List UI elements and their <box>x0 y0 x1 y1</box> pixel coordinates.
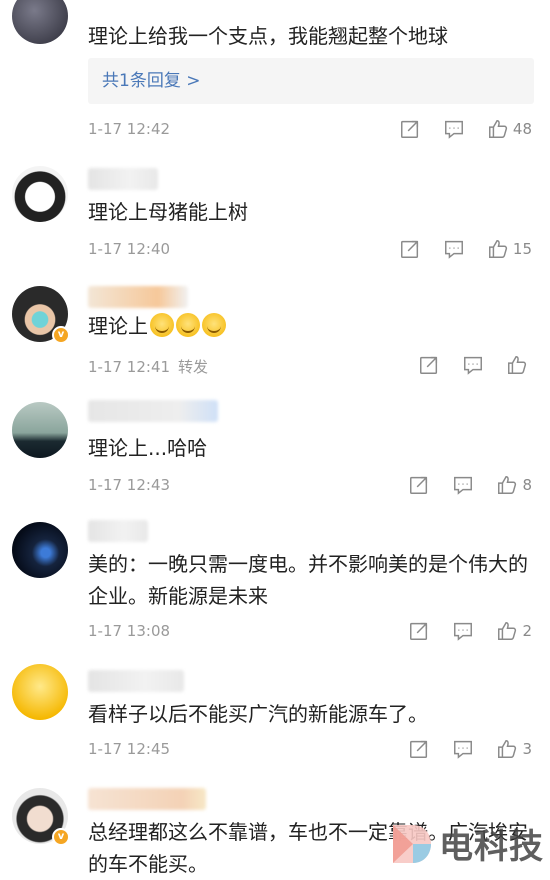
thumbs-up-icon <box>488 120 507 138</box>
verified-badge-icon: v <box>52 828 70 846</box>
avatar[interactable] <box>12 664 68 720</box>
forward-button[interactable] <box>408 474 430 496</box>
comment-content: 理论上...哈哈 <box>88 436 208 460</box>
like-button[interactable]: 8 <box>496 474 532 496</box>
comment-actions: 15 <box>377 238 532 260</box>
like-button[interactable]: 48 <box>487 118 532 140</box>
verified-badge-icon: v <box>52 326 70 344</box>
comment-content: 看样子以后不能买广汽的新能源车了。 <box>88 702 428 726</box>
thumbs-up-icon <box>488 240 507 258</box>
comment-time: 1-17 12:45 <box>88 740 171 758</box>
comment-icon <box>464 356 482 375</box>
comment-icon <box>444 120 463 139</box>
comment-button[interactable] <box>443 118 465 140</box>
comment-icon <box>454 622 473 641</box>
comment-time: 1-17 12:41 <box>88 358 171 376</box>
forward-icon <box>420 356 438 374</box>
forward-button[interactable] <box>408 738 430 760</box>
avatar[interactable] <box>12 0 68 44</box>
avatar[interactable] <box>12 166 68 222</box>
comment-actions: 48 <box>377 118 532 140</box>
comment-button[interactable] <box>443 238 465 260</box>
watermark-text: 电科技 <box>439 827 544 867</box>
comment-icon <box>454 740 473 759</box>
comment-actions: 2 <box>386 620 532 642</box>
username-blurred[interactable] <box>88 400 218 422</box>
comment-time: 1-17 12:42 <box>88 120 171 138</box>
comment-content: 理论上母猪能上树 <box>88 200 248 224</box>
like-button[interactable] <box>506 354 532 376</box>
username-blurred[interactable] <box>88 168 158 190</box>
smile-emoji-icon <box>176 313 200 337</box>
forward-icon <box>410 622 428 640</box>
thumbs-up-icon <box>498 476 517 494</box>
username-blurred[interactable] <box>88 670 184 692</box>
comment-icon <box>444 240 463 259</box>
forward-label[interactable]: 转发 <box>178 358 208 376</box>
smile-emoji-icon <box>150 313 174 337</box>
smile-emoji-icon <box>202 313 226 337</box>
thumbs-up-icon <box>498 622 517 640</box>
avatar[interactable] <box>12 402 68 458</box>
thumbs-up-icon <box>498 740 517 758</box>
forward-icon <box>410 740 428 758</box>
comment-button[interactable] <box>452 738 474 760</box>
forward-button[interactable] <box>399 118 421 140</box>
like-button[interactable]: 2 <box>496 620 532 642</box>
watermark: 电科技 <box>387 819 544 868</box>
comment-actions <box>396 354 532 376</box>
like-button[interactable]: 15 <box>487 238 532 260</box>
comment-time: 1-17 13:08 <box>88 622 171 640</box>
like-button[interactable]: 3 <box>496 738 532 760</box>
username-blurred[interactable] <box>88 286 188 308</box>
forward-button[interactable] <box>418 354 440 376</box>
thumbs-up-icon <box>508 356 527 374</box>
comment-icon <box>454 476 473 495</box>
forward-button[interactable] <box>408 620 430 642</box>
comment-actions: 8 <box>386 474 532 496</box>
comment-content: 美的：一晚只需一度电。并不影响美的是个伟大的企业。新能源是未来 <box>88 552 528 608</box>
username-blurred[interactable] <box>88 520 148 542</box>
view-replies-link[interactable]: 共1条回复 > <box>88 58 534 104</box>
comment-button[interactable] <box>452 474 474 496</box>
comment-actions: 3 <box>386 738 532 760</box>
forward-icon <box>400 120 418 138</box>
username-blurred[interactable] <box>88 788 206 810</box>
forward-button[interactable] <box>399 238 421 260</box>
comment-time: 1-17 12:43 <box>88 476 171 494</box>
comment-time: 1-17 12:40 <box>88 240 171 258</box>
forward-icon <box>410 476 428 494</box>
comment-content: 理论上给我一个支点，我能翘起整个地球 <box>88 24 448 48</box>
comment-meta: 1-17 12:41 转发 <box>88 356 216 377</box>
watermark-logo-icon <box>387 821 433 867</box>
comment-button[interactable] <box>462 354 484 376</box>
forward-icon <box>400 240 418 258</box>
comment-button[interactable] <box>452 620 474 642</box>
comment-content: 理论上 <box>88 310 530 342</box>
avatar[interactable] <box>12 522 68 578</box>
